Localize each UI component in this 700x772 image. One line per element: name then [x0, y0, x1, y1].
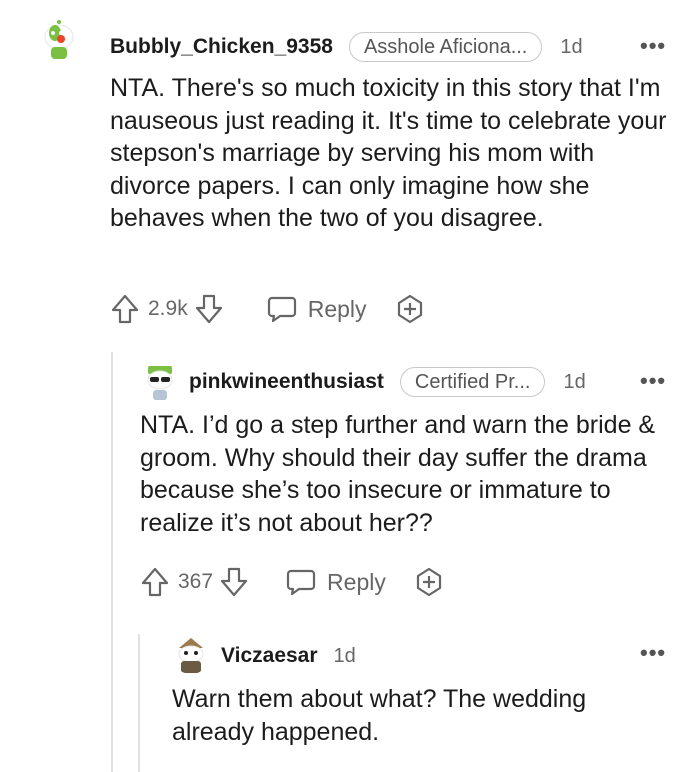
avatar[interactable] — [37, 17, 81, 61]
avatar[interactable] — [171, 634, 211, 674]
add-award-icon — [397, 294, 422, 324]
thread-line-level-2[interactable] — [138, 634, 140, 772]
reply-label: Reply — [307, 295, 367, 322]
user-flair: Certified Pr... — [399, 367, 546, 397]
more-options-button[interactable]: ••• — [640, 640, 666, 666]
add-award-icon — [416, 567, 441, 597]
more-options-icon: ••• — [640, 640, 667, 665]
give-award-button[interactable] — [395, 294, 425, 324]
username[interactable]: Viczaesar — [221, 644, 318, 668]
upvote-button[interactable] — [140, 566, 170, 598]
arrow-up-icon — [141, 567, 169, 597]
comment-age: 1d — [563, 370, 586, 393]
more-options-icon: ••• — [640, 368, 667, 393]
thread-line-level-1[interactable] — [111, 352, 113, 772]
comment-body: NTA. I’d go a step further and warn the … — [140, 411, 656, 537]
vote-count: 367 — [178, 570, 214, 593]
reply-button[interactable]: Reply — [266, 294, 367, 324]
user-flair: Asshole Aficiona... — [348, 32, 543, 62]
comment-body: Warn them about what? The wedding alread… — [172, 685, 587, 746]
snoo-avatar-icon — [147, 366, 173, 400]
downvote-button[interactable] — [194, 293, 224, 325]
comment-age: 1d — [333, 644, 356, 667]
arrow-up-icon — [111, 294, 139, 324]
comment-age: 1d — [560, 35, 583, 58]
chat-bubble-icon — [286, 569, 316, 596]
avatar[interactable] — [140, 362, 180, 402]
snoo-avatar-icon — [178, 638, 204, 673]
more-options-button[interactable]: ••• — [640, 368, 666, 394]
chat-bubble-icon — [267, 296, 296, 323]
give-award-button[interactable] — [414, 567, 444, 597]
username[interactable]: pinkwineenthusiast — [189, 370, 384, 394]
more-options-button[interactable]: ••• — [640, 33, 666, 59]
upvote-button[interactable] — [110, 293, 140, 325]
more-options-icon: ••• — [640, 33, 667, 58]
arrow-down-icon — [195, 294, 222, 324]
snoo-avatar-icon — [44, 20, 74, 59]
vote-count: 2.9k — [148, 297, 188, 320]
downvote-button[interactable] — [219, 566, 249, 598]
username[interactable]: Bubbly_Chicken_9358 — [110, 35, 333, 59]
comment-body: NTA. There's so much toxicity in this st… — [110, 74, 667, 232]
reply-button[interactable]: Reply — [285, 567, 386, 597]
arrow-down-icon — [220, 567, 248, 597]
reply-label: Reply — [327, 568, 386, 595]
